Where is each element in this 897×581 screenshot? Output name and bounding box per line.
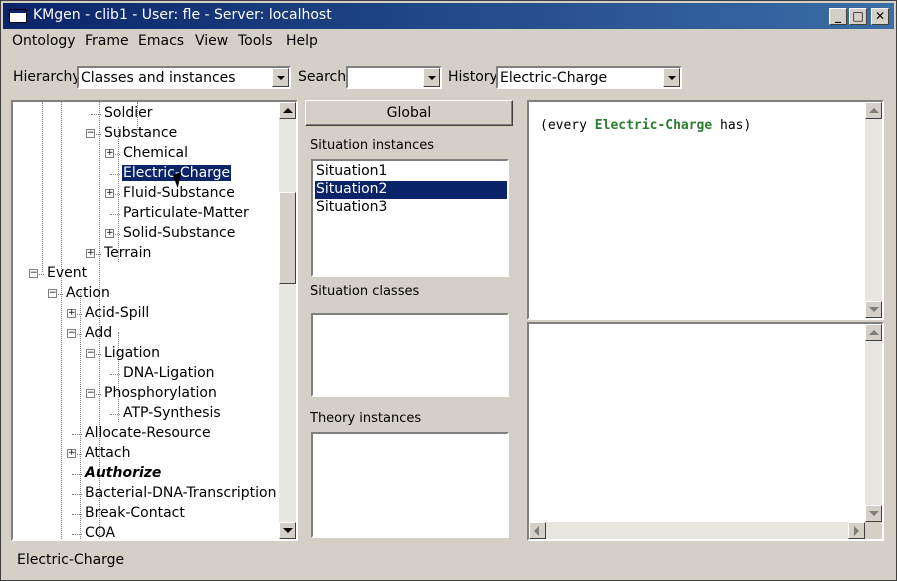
search-combo[interactable] <box>346 66 442 89</box>
tree-node-label[interactable]: Chemical <box>122 145 189 161</box>
editor-vertical-scrollbar[interactable] <box>865 102 882 318</box>
situation-instances-label: Situation instances <box>310 138 435 153</box>
scroll-down-icon[interactable] <box>865 505 882 522</box>
tree-node-label[interactable]: Soldier <box>103 105 154 121</box>
tree-node-label[interactable]: Attach <box>84 445 131 461</box>
chevron-down-icon[interactable] <box>423 68 440 87</box>
tree-guide-line <box>118 127 119 262</box>
tree-node-label[interactable]: Authorize <box>84 465 162 481</box>
scroll-left-icon[interactable] <box>529 522 546 539</box>
chevron-down-icon[interactable] <box>663 68 680 87</box>
output-horizontal-scrollbar[interactable] <box>529 522 865 539</box>
situation-classes-list[interactable] <box>311 313 509 397</box>
tree-guide-line <box>42 102 43 272</box>
tree-node-label[interactable]: COA <box>84 525 116 539</box>
expand-icon[interactable]: + <box>105 149 114 158</box>
tree-node-label[interactable]: Add <box>84 325 113 341</box>
maximize-icon[interactable]: □ <box>849 8 867 25</box>
tree-guide-line <box>80 292 81 539</box>
menu-bar: Ontology Frame Emacs View Tools Help <box>3 31 894 53</box>
title-bar[interactable]: KMgen - clib1 - User: fle - Server: loca… <box>3 3 894 29</box>
tree-node-label[interactable]: Ligation <box>103 345 161 361</box>
tree-node-label[interactable]: Bacterial-DNA-Transcription <box>84 485 277 501</box>
collapse-icon[interactable]: − <box>48 289 57 298</box>
history-select[interactable]: Electric-Charge <box>496 66 682 89</box>
menu-ontology[interactable]: Ontology <box>12 33 76 49</box>
expand-icon[interactable]: + <box>67 449 76 458</box>
status-text: Electric-Charge <box>17 552 125 568</box>
tree-guide-line <box>61 102 62 539</box>
scroll-down-icon[interactable] <box>865 301 882 318</box>
history-label: History <box>448 69 498 85</box>
list-item[interactable]: Situation1 <box>315 163 507 181</box>
theory-instances-list[interactable] <box>311 432 509 538</box>
list-item[interactable]: Situation2 <box>315 181 507 199</box>
tree-node-label[interactable]: Terrain <box>103 245 152 261</box>
app-window: KMgen - clib1 - User: fle - Server: loca… <box>0 0 897 581</box>
tree-node-label[interactable]: Break-Contact <box>84 505 186 521</box>
expand-icon[interactable]: + <box>105 229 114 238</box>
situation-instances-list[interactable]: Situation1 Situation2 Situation3 <box>311 159 509 277</box>
hierarchy-value: Classes and instances <box>81 70 236 86</box>
collapse-icon[interactable]: − <box>86 389 95 398</box>
tree-node-label[interactable]: Acid-Spill <box>84 305 150 321</box>
expand-icon[interactable]: + <box>86 249 95 258</box>
code-text[interactable]: (every Electric-Charge has) <box>540 118 751 133</box>
window-icon <box>9 9 27 23</box>
code-keyword: Electric-Charge <box>594 118 713 133</box>
tree-node-label[interactable]: Substance <box>103 125 178 141</box>
tree-node-label[interactable]: Allocate-Resource <box>84 425 212 441</box>
tree-node-label[interactable]: Solid-Substance <box>122 225 236 241</box>
scroll-thumb[interactable] <box>279 192 296 284</box>
class-tree[interactable]: Soldier Substance − Chemical + Electric-Charg… <box>11 100 298 541</box>
global-button[interactable]: Global <box>305 100 513 126</box>
collapse-icon[interactable]: − <box>86 129 95 138</box>
tree-node-label[interactable]: Action <box>65 285 111 301</box>
list-item[interactable]: Situation3 <box>315 199 507 217</box>
window-title: KMgen - clib1 - User: fle - Server: loca… <box>33 7 332 23</box>
history-value: Electric-Charge <box>500 70 608 86</box>
chevron-down-icon[interactable] <box>272 68 289 87</box>
output-pane[interactable] <box>527 322 884 541</box>
theory-instances-label: Theory instances <box>310 411 422 426</box>
output-vertical-scrollbar[interactable] <box>865 324 882 522</box>
tree-node-label[interactable]: Phosphorylation <box>103 385 218 401</box>
menu-view[interactable]: View <box>195 33 228 49</box>
code-editor[interactable]: (every Electric-Charge has) <box>527 100 884 320</box>
tree-node-label[interactable]: Particulate-Matter <box>122 205 250 221</box>
situation-classes-label: Situation classes <box>310 284 420 299</box>
scroll-right-icon[interactable] <box>848 522 865 539</box>
scroll-down-icon[interactable] <box>279 522 296 539</box>
hierarchy-select[interactable]: Classes and instances <box>77 66 291 89</box>
expand-icon[interactable]: + <box>67 309 76 318</box>
scroll-up-icon[interactable] <box>865 324 882 341</box>
scrollbar-corner <box>865 522 882 539</box>
tree-node-label[interactable]: ATP-Synthesis <box>122 405 222 421</box>
menu-frame[interactable]: Frame <box>85 33 129 49</box>
tree-node-label[interactable]: Event <box>46 265 88 281</box>
close-icon[interactable]: ✕ <box>871 8 889 25</box>
collapse-icon[interactable]: − <box>86 349 95 358</box>
menu-help[interactable]: Help <box>286 33 318 49</box>
expand-icon[interactable]: + <box>105 189 114 198</box>
hierarchy-label: Hierarchy <box>13 69 81 85</box>
menu-emacs[interactable]: Emacs <box>138 33 184 49</box>
collapse-icon[interactable]: − <box>67 329 76 338</box>
collapse-icon[interactable]: − <box>29 269 38 278</box>
tree-node-label[interactable]: DNA-Ligation <box>122 365 216 381</box>
menu-tools[interactable]: Tools <box>238 33 273 49</box>
scroll-up-icon[interactable] <box>865 102 882 119</box>
minimize-icon[interactable]: _ <box>829 8 847 25</box>
tree-vertical-scrollbar[interactable] <box>279 102 296 539</box>
scroll-up-icon[interactable] <box>279 102 296 119</box>
search-label: Search <box>298 69 347 85</box>
